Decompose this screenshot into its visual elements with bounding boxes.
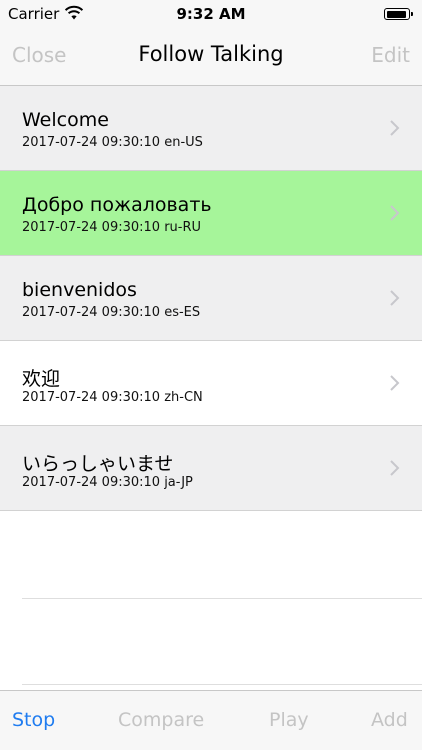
- list-item-title: Welcome: [22, 109, 109, 131]
- chevron-right-icon: [390, 460, 400, 476]
- phrase-list: Welcome 2017-07-24 09:30:10 en-US Добро …: [0, 86, 422, 511]
- navigation-bar: Close Follow Talking Edit: [0, 28, 422, 86]
- list-item-title: いらっしゃいませ: [22, 453, 174, 475]
- list-item[interactable]: bienvenidos 2017-07-24 09:30:10 es-ES: [0, 256, 422, 341]
- play-button[interactable]: Play: [269, 709, 309, 731]
- list-item[interactable]: 欢迎 2017-07-24 09:30:10 zh-CN: [0, 341, 422, 426]
- status-bar: Carrier 9:32 AM: [0, 0, 422, 28]
- list-item[interactable]: Добро пожаловать 2017-07-24 09:30:10 ru-…: [0, 171, 422, 256]
- page-title: Follow Talking: [138, 42, 284, 66]
- empty-row-separator: [22, 598, 422, 599]
- list-item-subtitle: 2017-07-24 09:30:10 en-US: [22, 135, 203, 150]
- bottom-toolbar: Stop Compare Play Add: [0, 690, 422, 750]
- list-item-subtitle: 2017-07-24 09:30:10 es-ES: [22, 305, 201, 320]
- list-item[interactable]: いらっしゃいませ 2017-07-24 09:30:10 ja-JP: [0, 426, 422, 511]
- chevron-right-icon: [390, 375, 400, 391]
- compare-button[interactable]: Compare: [118, 709, 204, 731]
- list-item-title: Добро пожаловать: [22, 194, 212, 216]
- add-button[interactable]: Add: [371, 709, 408, 731]
- app-screen: Carrier 9:32 AM Close Follow Talking Edi…: [0, 0, 422, 750]
- chevron-right-icon: [390, 120, 400, 136]
- chevron-right-icon: [390, 290, 400, 306]
- list-item-title: bienvenidos: [22, 279, 137, 301]
- empty-row-separator: [22, 684, 422, 685]
- list-item-title: 欢迎: [22, 368, 61, 390]
- battery-icon: [384, 8, 413, 20]
- chevron-right-icon: [390, 205, 400, 221]
- list-item-subtitle: 2017-07-24 09:30:10 ja-JP: [22, 475, 193, 490]
- list-item-subtitle: 2017-07-24 09:30:10 zh-CN: [22, 390, 203, 405]
- list-item[interactable]: Welcome 2017-07-24 09:30:10 en-US: [0, 86, 422, 171]
- battery-level: [386, 10, 406, 18]
- list-item-subtitle: 2017-07-24 09:30:10 ru-RU: [22, 220, 202, 235]
- edit-button[interactable]: Edit: [371, 43, 410, 67]
- stop-button[interactable]: Stop: [12, 709, 55, 731]
- status-time: 9:32 AM: [176, 5, 246, 23]
